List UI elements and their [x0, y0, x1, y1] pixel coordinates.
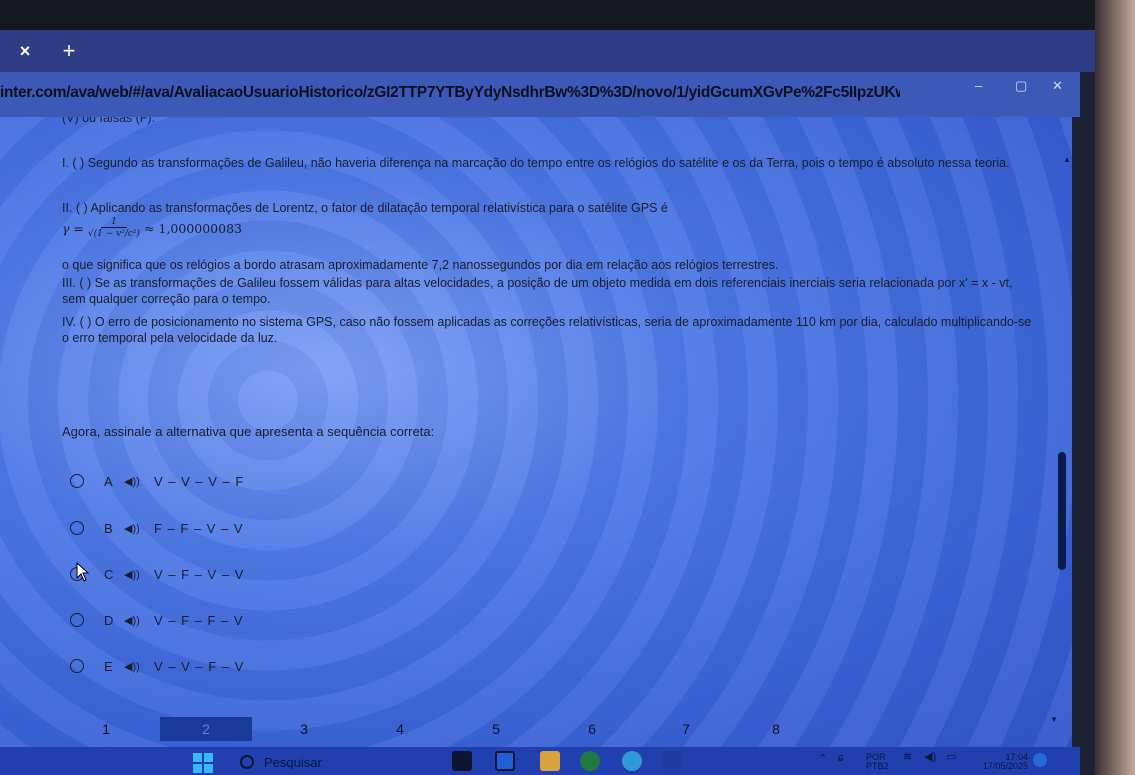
option-b[interactable]: B ◀)) F – F – V – V	[70, 517, 244, 539]
speaker-icon[interactable]: ◀))	[124, 522, 154, 535]
statement-iii: III. ( ) Se as transformações de Galileu…	[62, 276, 1013, 306]
scroll-down-arrow-icon[interactable]: ▼	[1050, 715, 1058, 724]
search-icon[interactable]	[240, 755, 254, 769]
page-content: (V) ou falsas (F). I. ( ) Segundo as tra…	[0, 117, 1072, 747]
option-a[interactable]: A ◀)) V – V – V – F	[70, 470, 244, 492]
formula-numerator: 1	[101, 217, 127, 228]
maximize-icon[interactable]: ▢	[1015, 78, 1027, 94]
page-2-current[interactable]: 2	[160, 717, 252, 741]
battery-icon[interactable]: ▭	[946, 752, 956, 763]
task-view-icon[interactable]	[452, 751, 472, 771]
option-letter: A	[104, 473, 113, 489]
clock[interactable]: 17:04 17/05/2025	[972, 753, 1028, 771]
close-tab-icon[interactable]: ×	[10, 36, 40, 66]
screen-bezel	[0, 0, 1135, 30]
page-7[interactable]: 7	[640, 717, 732, 741]
page-3[interactable]: 3	[258, 717, 350, 741]
page-4[interactable]: 4	[354, 717, 446, 741]
question-prompt: Agora, assinale a alternativa que aprese…	[62, 424, 435, 439]
formula-lhs: γ =	[62, 220, 84, 236]
lorentz-formula: γ = 1 √(1 − v²/c²) ≈ 1,000000083	[62, 217, 242, 239]
address-bar[interactable]: inter.com/ava/web/#/ava/AvaliacaoUsuario…	[0, 80, 900, 106]
windows-start-icon[interactable]	[193, 753, 213, 773]
formula-fraction: 1 √(1 − v²/c²)	[88, 217, 140, 239]
option-text: F – F – V – V	[154, 520, 244, 536]
keyboard-layout: PTB2	[866, 761, 889, 771]
scroll-up-arrow-icon[interactable]: ▲	[1063, 155, 1071, 164]
volume-icon[interactable]: ◀)	[924, 752, 936, 763]
speaker-icon[interactable]: ◀))	[124, 568, 154, 581]
browser-toolbar: inter.com/ava/web/#/ava/AvaliacaoUsuario…	[0, 72, 1080, 117]
wifi-icon[interactable]: ≋	[903, 752, 912, 763]
formula-rhs: ≈ 1,000000083	[144, 220, 242, 236]
taskbar-search[interactable]: Pesquisar	[264, 755, 322, 770]
new-tab-icon[interactable]: +	[54, 36, 84, 66]
windows-taskbar: Pesquisar ⌃ ɕ POR PTB2 ≋ ◀) ▭ 17:04 17/0…	[0, 747, 1080, 775]
speaker-icon[interactable]: ◀))	[124, 660, 154, 673]
scrollbar-track[interactable]	[1058, 117, 1072, 747]
radio-a[interactable]	[70, 474, 84, 488]
option-c[interactable]: C ◀)) V – F – V – V	[70, 563, 244, 585]
chrome-icon[interactable]	[580, 751, 600, 771]
mouse-cursor-icon	[76, 562, 90, 582]
radio-e[interactable]	[70, 659, 84, 673]
option-text: V – F – F – V	[154, 612, 244, 628]
option-letter: D	[104, 612, 114, 628]
page-5[interactable]: 5	[450, 717, 542, 741]
tray-chevron-icon[interactable]: ⌃	[818, 754, 827, 765]
page-6[interactable]: 6	[546, 717, 638, 741]
radio-d[interactable]	[70, 613, 84, 627]
option-d[interactable]: D ◀)) V – F – F – V	[70, 609, 244, 631]
speaker-icon[interactable]: ◀))	[124, 614, 154, 627]
statement-i: I. ( ) Segundo as transformações de Gali…	[62, 156, 1010, 170]
option-text: V – V – V – F	[154, 473, 245, 489]
radio-b[interactable]	[70, 521, 84, 535]
question-pagination: 1 2 3 4 5 6 7 8	[60, 717, 830, 741]
statement-ii: II. ( ) Aplicando as transformações de L…	[62, 201, 668, 215]
store-icon[interactable]	[662, 751, 682, 771]
option-text: V – V – F – V	[154, 658, 245, 674]
speaker-icon[interactable]: ◀))	[124, 475, 154, 488]
page-1[interactable]: 1	[60, 717, 152, 741]
statement-iv: IV. ( ) O erro de posicionamento no sist…	[62, 315, 1032, 345]
notification-icon[interactable]	[1033, 753, 1047, 767]
scrollbar-thumb[interactable]	[1058, 452, 1066, 570]
option-text: V – F – V – V	[154, 566, 245, 582]
page-8[interactable]: 8	[730, 717, 822, 741]
tab-strip: × +	[0, 30, 1095, 72]
edge-icon[interactable]	[622, 751, 642, 771]
option-letter: B	[104, 520, 113, 536]
option-letter: E	[104, 658, 113, 674]
minimize-icon[interactable]: –	[975, 78, 982, 93]
option-e[interactable]: E ◀)) V – V – F – V	[70, 655, 244, 677]
tray-app-icon[interactable]: ɕ	[838, 753, 844, 764]
background-edge	[1095, 0, 1135, 775]
option-letter: C	[104, 566, 114, 582]
language-indicator[interactable]: POR PTB2	[866, 753, 889, 771]
window-close-icon[interactable]: ✕	[1052, 78, 1063, 94]
statement-ii-continuation: o que significa que os relógios a bordo …	[62, 258, 779, 272]
meet-icon[interactable]	[495, 751, 515, 771]
formula-denominator: √(1 − v²/c²)	[87, 229, 141, 239]
clock-date: 17/05/2025	[982, 761, 1028, 771]
file-explorer-icon[interactable]	[540, 751, 560, 771]
cut-off-line: (V) ou falsas (F).	[62, 117, 156, 125]
